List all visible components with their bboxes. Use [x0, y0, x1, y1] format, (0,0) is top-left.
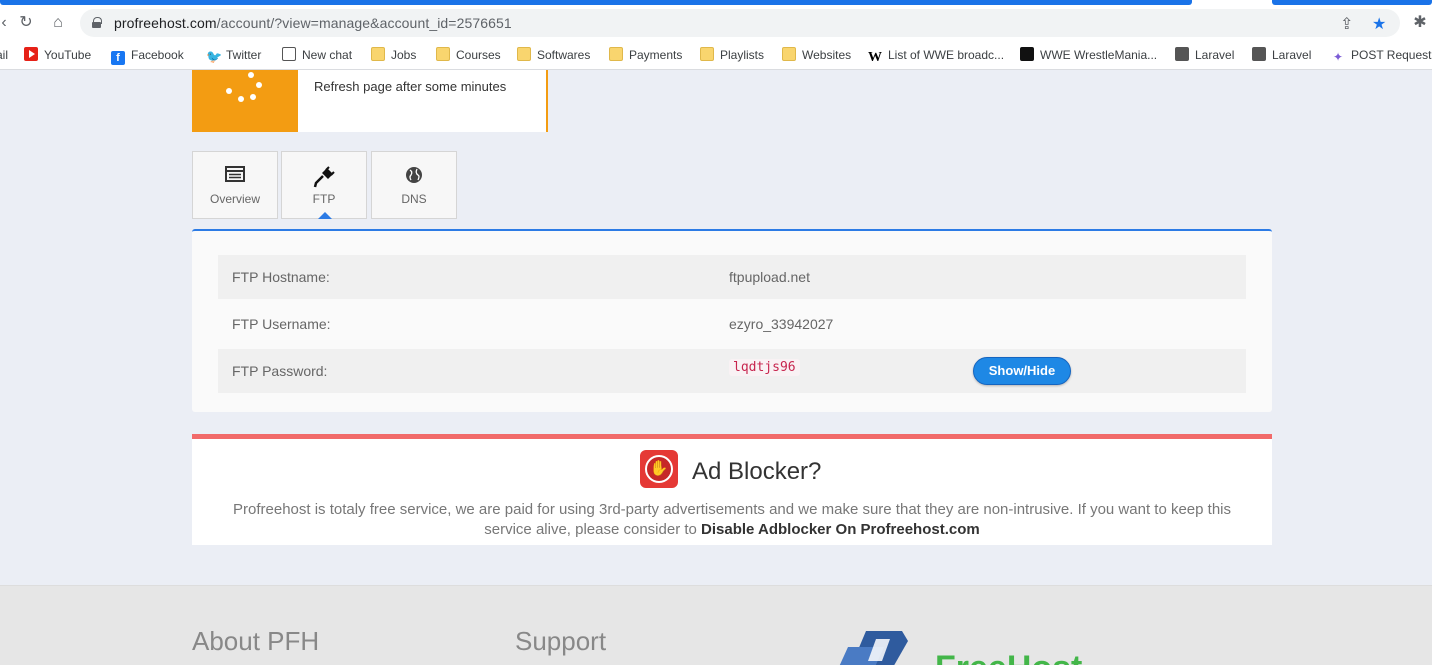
url-host: profreehost.com: [114, 15, 217, 31]
folder-icon: [436, 47, 450, 61]
ftp-username-label: FTP Username:: [232, 316, 331, 332]
ftp-password-value: lqdtjs96: [729, 359, 800, 376]
bookmark-laravel-2[interactable]: Laravel: [1252, 47, 1311, 63]
bookmark-courses[interactable]: Courses: [436, 47, 501, 63]
ftp-hostname-label: FTP Hostname:: [232, 269, 330, 285]
loading-spinner-icon: [226, 88, 232, 94]
bookmark-wwe-list[interactable]: W List of WWE broadc...: [868, 47, 1005, 65]
browser-toolbar: ‹ ↻ ⌂ profreehost.com/account/?view=mana…: [0, 5, 1432, 41]
bookmark-label: Playlists: [720, 48, 765, 62]
tab-overview[interactable]: Overview: [192, 151, 278, 219]
bookmark-label: List of WWE broadc...: [888, 48, 1005, 62]
bookmark-label: Softwares: [537, 48, 591, 62]
adblocker-title: Ad Blocker?: [692, 458, 822, 485]
show-hide-password-button[interactable]: Show/Hide: [973, 357, 1071, 385]
total-icon: [1020, 47, 1034, 61]
bookmark-post-requests[interactable]: ✦ POST Requests: [1331, 47, 1432, 64]
back-icon[interactable]: ‹: [0, 13, 14, 33]
bookmark-label: Jobs: [391, 48, 417, 62]
globe-icon: [372, 166, 456, 188]
hand-icon: ✋: [645, 455, 673, 483]
loading-spinner-icon: [248, 72, 254, 78]
folder-icon: [609, 47, 623, 61]
bookmark-label: ail: [0, 48, 9, 62]
stop-hand-icon: ✋: [640, 450, 678, 488]
ftp-hostname-row: FTP Hostname: ftpupload.net: [218, 255, 1246, 299]
bookmark-laravel-1[interactable]: Laravel: [1175, 47, 1234, 63]
folder-icon: [700, 47, 714, 61]
bookmarks-bar: ail YouTube fFacebook 🐦Twitter New chat …: [0, 41, 1432, 70]
ftp-hostname-value: ftpupload.net: [729, 269, 810, 285]
ftp-password-label: FTP Password:: [232, 363, 328, 379]
bookmark-websites[interactable]: Websites: [782, 47, 851, 63]
bookmark-mail[interactable]: ail: [0, 47, 8, 63]
bookmark-label: WWE WrestleMania...: [1040, 48, 1158, 62]
bookmark-label: Twitter: [226, 48, 262, 62]
bookmark-jobs[interactable]: Jobs: [371, 47, 416, 63]
facebook-icon: f: [111, 51, 125, 65]
reload-icon[interactable]: ↻: [16, 13, 36, 33]
tab-label: DNS: [401, 192, 427, 206]
address-bar[interactable]: profreehost.com/account/?view=manage&acc…: [80, 9, 1400, 37]
bookmark-label: Laravel: [1272, 48, 1312, 62]
ftp-username-row: FTP Username: ezyro_33942027: [218, 302, 1246, 346]
bookmark-label: POST Requests: [1351, 48, 1432, 62]
loading-spinner-icon: [256, 82, 262, 88]
bookmark-playlists[interactable]: Playlists: [700, 47, 764, 63]
bookmark-softwares[interactable]: Softwares: [517, 47, 590, 63]
overview-icon: [193, 166, 277, 188]
folder-icon: [371, 47, 385, 61]
tab-label: FTP: [312, 192, 336, 206]
bookmark-payments[interactable]: Payments: [609, 47, 682, 63]
bookmark-label: Facebook: [131, 48, 184, 62]
post-icon: ✦: [1332, 50, 1344, 64]
footer-support-heading: Support: [515, 626, 607, 656]
home-icon[interactable]: ⌂: [48, 13, 68, 33]
loading-spinner-icon: [238, 96, 244, 102]
bookmark-label: Courses: [456, 48, 501, 62]
bookmark-label: Websites: [802, 48, 852, 62]
account-status-card: Refresh page after some minutes: [192, 70, 548, 132]
share-icon[interactable]: ⇪: [1340, 14, 1353, 34]
bookmark-label: Payments: [629, 48, 683, 62]
chatgpt-icon: [282, 47, 296, 61]
tab-ftp[interactable]: FTP: [281, 151, 367, 219]
extensions-icon[interactable]: ✱: [1410, 13, 1430, 33]
wikipedia-icon: W: [868, 50, 882, 65]
twitter-icon: 🐦: [206, 49, 223, 64]
bookmark-star-icon[interactable]: ★: [1372, 14, 1386, 34]
folder-icon: [517, 47, 531, 61]
youtube-icon: [24, 47, 38, 61]
adblocker-message: Profreehost is totaly free service, we a…: [212, 500, 1252, 540]
ftp-username-value: ezyro_33942027: [729, 316, 834, 332]
bookmark-label: YouTube: [44, 48, 92, 62]
loading-spinner-icon: [250, 94, 256, 100]
pending-status-block: [192, 70, 298, 132]
bookmark-wrestlemania[interactable]: WWE WrestleMania...: [1020, 47, 1157, 63]
folder-icon: [782, 47, 796, 61]
disable-adblocker-link[interactable]: Disable Adblocker On Profreehost.com: [701, 521, 980, 538]
bookmark-label: Laravel: [1195, 48, 1235, 62]
freehost-logo-icon[interactable]: [838, 629, 918, 665]
ftp-password-row: FTP Password: lqdtjs96 Show/Hide: [218, 349, 1246, 393]
bookmark-youtube[interactable]: YouTube: [24, 47, 91, 63]
adblocker-notice: ✋ Ad Blocker? Profreehost is totaly free…: [192, 434, 1272, 545]
footer: About PFH Support FreeHost: [0, 585, 1432, 665]
footer-about-heading: About PFH: [192, 626, 320, 656]
globe-icon: [1175, 47, 1189, 61]
globe-icon: [1252, 47, 1266, 61]
bookmark-facebook[interactable]: f Facebook: [111, 47, 184, 65]
bookmark-twitter[interactable]: 🐦 Twitter: [206, 47, 262, 64]
plug-icon: [282, 166, 366, 188]
url-text[interactable]: profreehost.com/account/?view=manage&acc…: [114, 15, 512, 31]
tab-dns[interactable]: DNS: [371, 151, 457, 219]
freehost-logo-text[interactable]: FreeHost: [935, 649, 1082, 665]
ftp-details-panel: FTP Hostname: ftpupload.net FTP Username…: [192, 229, 1272, 412]
tab-label: Overview: [209, 192, 260, 206]
bookmark-label: New chat: [302, 48, 353, 62]
url-path: /account/?view=manage&account_id=2576651: [216, 15, 512, 31]
bookmark-new-chat[interactable]: New chat: [282, 47, 352, 63]
status-message: Refresh page after some minutes: [314, 79, 507, 94]
lock-icon[interactable]: [92, 17, 102, 28]
